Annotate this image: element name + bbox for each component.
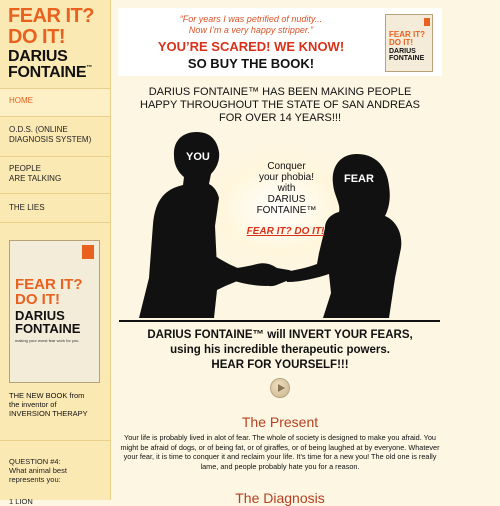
play-icon (278, 384, 285, 392)
book-tagline: making your worst fear work for you. (15, 338, 80, 343)
ad-banner[interactable]: “For years I was petrified of nudity... … (118, 8, 442, 76)
banner-book-line-3: DARIUS (389, 48, 416, 55)
nav-ods-link[interactable]: O.D.S. (ONLINE DIAGNOSIS SYSTEM) (0, 116, 110, 156)
intro-text: DARIUS FONTAINE™ HAS BEEN MAKING PEOPLE … (120, 86, 440, 125)
new-book-line-3: INVERSION THERAPY (9, 409, 88, 418)
intro-line-2: HAPPY THROUGHOUT THE STATE OF SAN ANDREA… (140, 99, 420, 111)
logo-line-1: FEAR IT? (8, 5, 95, 27)
book-title-line-2: DO IT! (15, 291, 60, 308)
quiz-widget: QUESTION #4: What animal best represents… (0, 440, 110, 506)
fear-label: FEAR (344, 173, 374, 185)
conquer-line-4: DARIUS (267, 194, 306, 205)
sidebar: FEAR IT? DO IT! DARIUS FONTAINE™ HOME O.… (0, 0, 111, 506)
invert-line-1: DARIUS FONTAINE™ will INVERT YOUR FEARS, (147, 329, 413, 341)
logo-line-3: DARIUS (8, 48, 68, 65)
divider (119, 320, 440, 322)
quiz-option-1[interactable]: 1 LION (9, 497, 101, 506)
banner-scared-text: YOU’RE SCARED! WE KNOW! (157, 39, 345, 54)
play-audio-button[interactable] (270, 378, 290, 398)
banner-book-line-2: DO IT! (389, 38, 413, 47)
present-heading: The Present (241, 414, 319, 430)
logo-line-2: DO IT! (8, 26, 66, 48)
handshake-silhouettes-icon (139, 132, 402, 318)
present-body: Your life is probably lived in alot of f… (120, 433, 440, 471)
invert-line-3: HEAR FOR YOURSELF!!! (211, 359, 349, 371)
banner-book-line-4: FONTAINE (389, 55, 425, 62)
banner-book-cover: FEAR IT? DO IT! DARIUS FONTAINE (385, 14, 433, 72)
conquer-line-5: FONTAINE™ (256, 205, 317, 216)
diagnosis-heading: The Diagnosis (235, 490, 325, 506)
conquer-line-2: your phobia! (258, 172, 315, 183)
banner-quote-line-2: Now I’m a very happy stripper.” (188, 25, 314, 35)
nav-ods-line-1: O.D.S. (ONLINE (9, 125, 68, 134)
conquer-text: Conquer your phobia! with DARIUS FONTAIN… (234, 161, 339, 216)
invert-text: DARIUS FONTAINE™ will INVERT YOUR FEARS,… (120, 328, 440, 373)
you-label: YOU (186, 151, 210, 163)
sidebar-book-cover[interactable]: FEAR IT? DO IT! DARIUS FONTAINE making y… (9, 240, 100, 383)
banner-quote: “For years I was petrified of nudity... … (118, 14, 384, 36)
price-tag-icon (82, 245, 94, 259)
nav-home-link[interactable]: HOME (0, 88, 110, 116)
nav-the-lies[interactable]: THE LIES (0, 193, 110, 223)
hero-brand-link[interactable]: FEAR IT? DO IT! (233, 226, 338, 237)
site-logo[interactable]: FEAR IT? DO IT! DARIUS FONTAINE™ (0, 0, 110, 81)
nav-ods-line-2: DIAGNOSIS SYSTEM) (9, 135, 92, 144)
conquer-line-3: with (277, 183, 296, 194)
quiz-question-line-2: represents you: (9, 475, 61, 484)
hero-illustration: YOU FEAR Conquer your phobia! with DARIU… (119, 128, 440, 318)
new-book-caption: THE NEW BOOK from the inventor of INVERS… (9, 391, 105, 418)
nav-lies-link[interactable]: THE LIES (0, 193, 110, 223)
intro-line-3: FOR OVER 14 YEARS!!! (218, 112, 342, 124)
nav-people-talking[interactable]: PEOPLE ARE TALKING (0, 156, 110, 193)
conquer-line-1: Conquer (267, 161, 306, 172)
quiz-question-number: QUESTION #4: (9, 457, 61, 466)
nav-home[interactable]: HOME (0, 88, 110, 116)
nav-ods[interactable]: O.D.S. (ONLINE DIAGNOSIS SYSTEM) (0, 116, 110, 156)
nav-people-line-1: PEOPLE (9, 164, 42, 173)
book-title-line-1: FEAR IT? (15, 276, 83, 293)
logo-line-4: FONTAINE™ (8, 64, 92, 81)
new-book-line-2: the inventor of (9, 400, 57, 409)
intro-line-1: DARIUS FONTAINE™ HAS BEEN MAKING PEOPLE (148, 86, 412, 98)
nav-people-line-2: ARE TALKING (9, 174, 62, 183)
nav-people-link[interactable]: PEOPLE ARE TALKING (0, 156, 110, 193)
quiz-question-line-1: What animal best (9, 466, 67, 475)
price-tag-icon (424, 18, 430, 26)
banner-quote-line-1: “For years I was petrified of nudity... (179, 14, 323, 24)
book-author-line-2: FONTAINE (15, 321, 81, 336)
invert-line-2: using his incredible therapeutic powers. (170, 344, 390, 356)
new-book-line-1: THE NEW BOOK from (9, 391, 85, 400)
banner-buy-text: SO BUY THE BOOK! (187, 56, 315, 71)
